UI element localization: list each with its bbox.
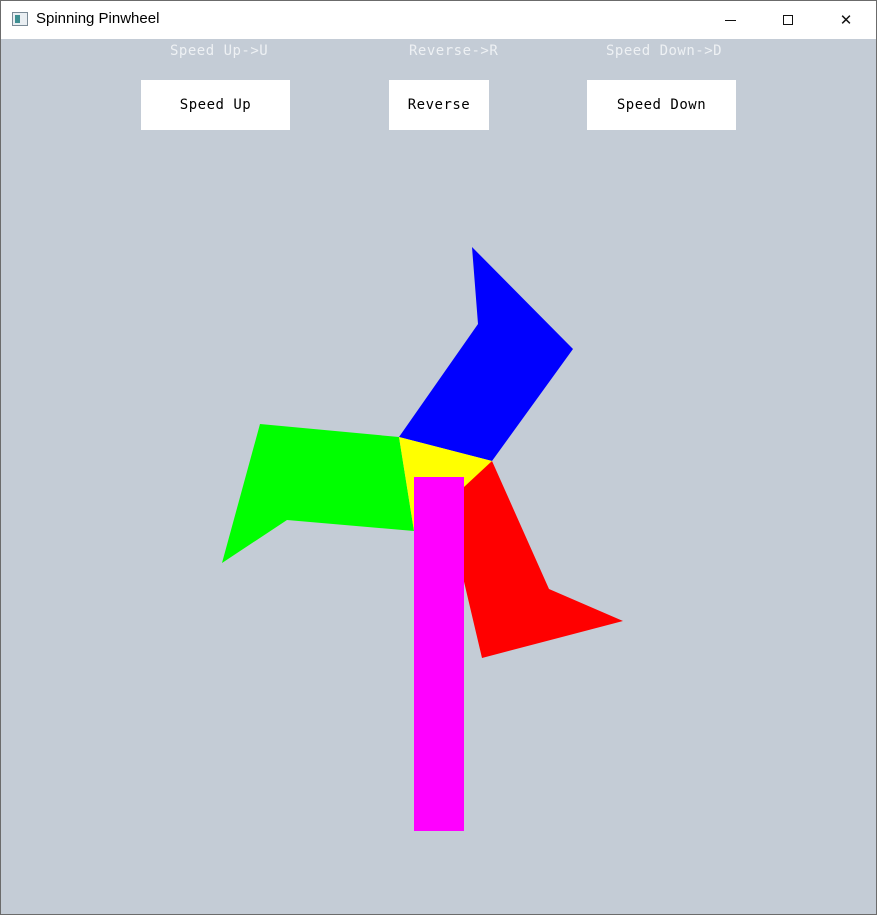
maximize-icon (783, 15, 793, 25)
app-icon (12, 12, 28, 26)
minimize-icon (724, 19, 736, 21)
app-window: Spinning Pinwheel ✕ Speed Up->U Reverse-… (0, 0, 877, 915)
blue-blade (399, 247, 573, 461)
pinwheel-stick (414, 477, 464, 831)
green-blade (222, 424, 414, 563)
drawing-canvas[interactable]: Speed Up->U Reverse->R Speed Down->D Spe… (1, 39, 876, 914)
maximize-button[interactable] (759, 1, 817, 39)
minimize-button[interactable] (701, 1, 759, 39)
window-title: Spinning Pinwheel (36, 10, 160, 27)
close-button[interactable]: ✕ (817, 1, 875, 39)
title-bar[interactable]: Spinning Pinwheel ✕ (1, 1, 876, 39)
close-icon: ✕ (839, 11, 853, 29)
pinwheel-graphic (222, 247, 623, 831)
red-blade (441, 461, 623, 658)
